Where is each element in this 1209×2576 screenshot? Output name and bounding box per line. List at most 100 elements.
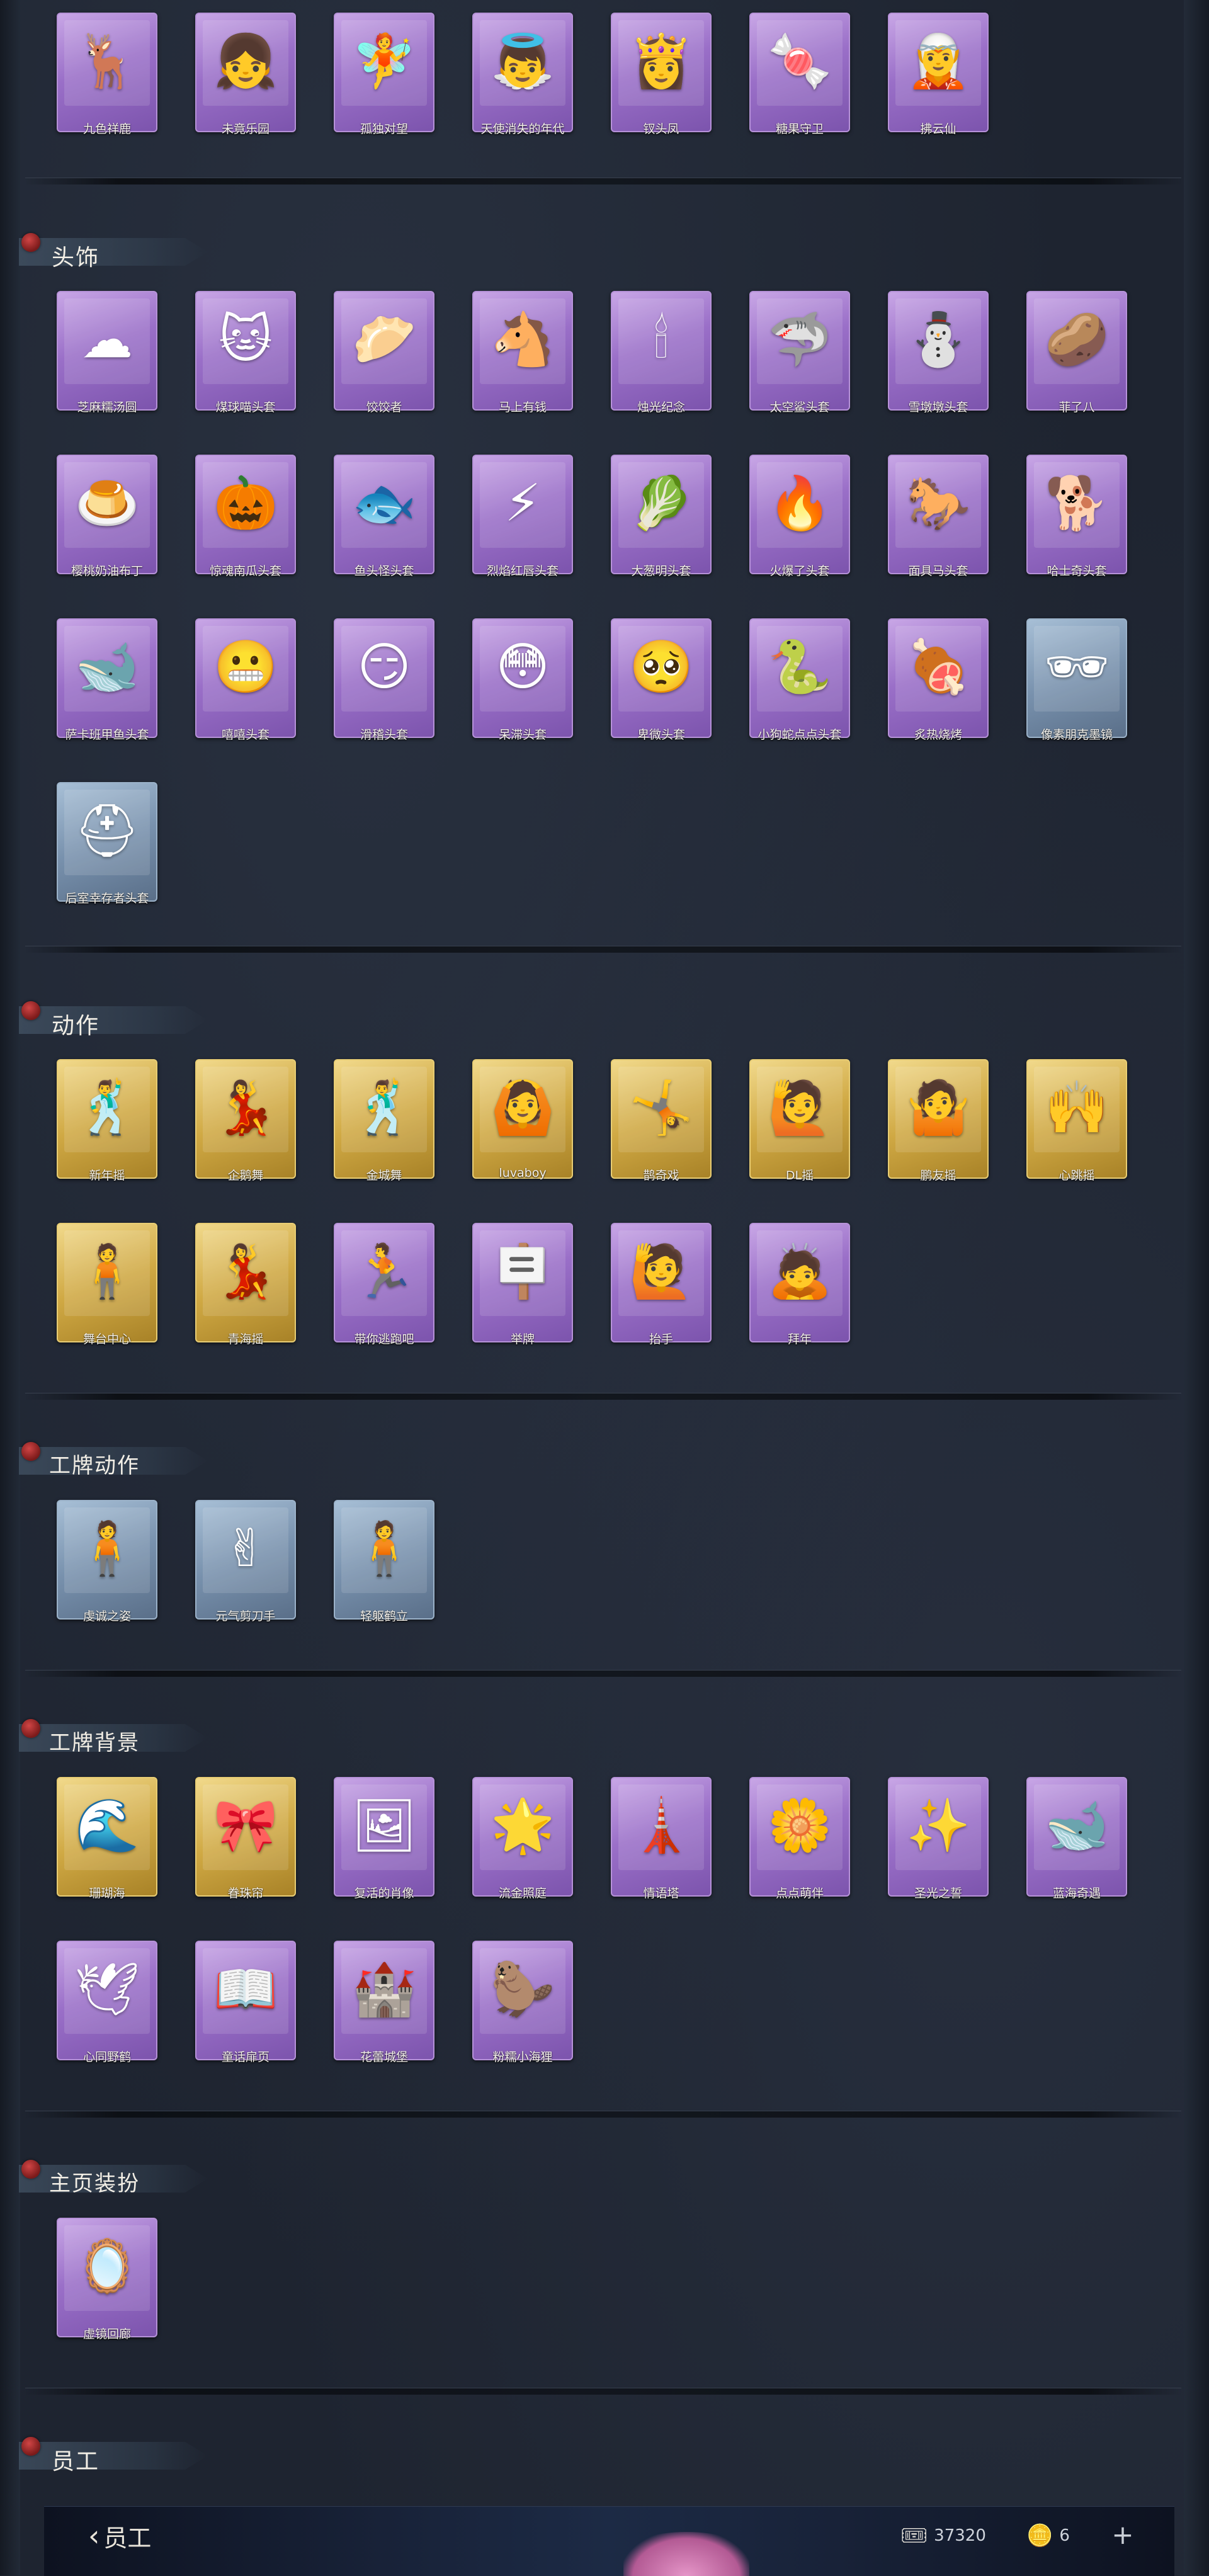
inventory-item[interactable]: 🧚 孤独对望	[334, 13, 434, 139]
inventory-item[interactable]: 🐎 面具马头套	[888, 455, 989, 581]
inventory-item[interactable]: 🥟 饺饺者	[334, 291, 434, 417]
add-currency-button[interactable]: +	[1108, 2521, 1137, 2550]
item-label: 虔诚之姿	[82, 1609, 131, 1623]
item-card: 🍬 糖果守卫	[749, 13, 850, 136]
inventory-item[interactable]: 🐴 马上有钱	[472, 291, 573, 417]
inventory-item[interactable]: 🐱 煤球喵头套	[195, 291, 296, 417]
inventory-item[interactable]: 🏃 带你逃跑吧	[334, 1223, 434, 1349]
inventory-item[interactable]: 🏰 花蕾城堡	[334, 1941, 434, 2067]
inventory-item[interactable]: 🖼 复活的肖像	[334, 1777, 434, 1903]
currency-gold: 🪙 6	[1026, 2521, 1070, 2551]
inventory-item[interactable]: 🗼 情语塔	[611, 1777, 712, 1903]
item-label: 青海摇	[227, 1332, 264, 1346]
inventory-item[interactable]: 🌊 珊瑚海	[57, 1777, 157, 1903]
item-card: 🍖 炙热烧烤	[888, 618, 989, 742]
inventory-item[interactable]: 🦈 太空鲨头套	[749, 291, 850, 417]
pin-icon	[21, 1001, 40, 1020]
back-button[interactable]: ‹ 员工	[88, 2517, 151, 2555]
inventory-item[interactable]: 🧍 轻躯鹤立	[334, 1500, 434, 1626]
inventory-item[interactable]: 🤷 鹏友摇	[888, 1059, 989, 1185]
inventory-item[interactable]: 👼 天使消失的年代	[472, 13, 573, 139]
inventory-item[interactable]: 🌟 流金照庭	[472, 1777, 573, 1903]
inventory-item[interactable]: 🙋 抬手	[611, 1223, 712, 1349]
inventory-item[interactable]: 👸 钗头凤	[611, 13, 712, 139]
inventory-item[interactable]: 🙌 心跳摇	[1026, 1059, 1127, 1185]
item-label: 点点萌伴	[775, 1887, 824, 1900]
inventory-item[interactable]: 💃 企鹅舞	[195, 1059, 296, 1185]
inventory-item[interactable]: 🥺 卑微头套	[611, 618, 712, 744]
card-bg-icon: 🖼	[351, 1796, 417, 1856]
inventory-item[interactable]: 🕊 心同野鹤	[57, 1941, 157, 2067]
inventory-item[interactable]: 😳 呆滞头套	[472, 618, 573, 744]
angel-icon: 👼	[490, 31, 555, 91]
inventory-item[interactable]: 🧝 拂云仙	[888, 13, 989, 139]
inventory-item[interactable]: 🪞 虚镜回廊	[57, 2218, 157, 2344]
inventory-item[interactable]: 🧍 舞台中心	[57, 1223, 157, 1349]
inventory-item[interactable]: ✨ 圣光之誓	[888, 1777, 989, 1903]
item-card: 🐋 蓝海奇遇	[1026, 1777, 1127, 1900]
ticket-icon: 🎟	[900, 2523, 928, 2548]
inventory-item[interactable]: 🎃 惊魂南瓜头套	[195, 455, 296, 581]
inventory-item[interactable]: 👧 未竟乐园	[195, 13, 296, 139]
card-bg-icon: 🦫	[490, 1960, 555, 2019]
inventory-item[interactable]: 🕺 金城舞	[334, 1059, 434, 1185]
inventory-item[interactable]: 🐟 鱼头怪头套	[334, 455, 434, 581]
item-label: 鱼头怪头套	[354, 564, 414, 578]
item-label: 大葱明头套	[631, 564, 691, 578]
inventory-item[interactable]: 🧍 虔诚之姿	[57, 1500, 157, 1626]
inventory-item[interactable]: 😏 滑稽头套	[334, 618, 434, 744]
item-card: 🤸 鹊奇戏	[611, 1059, 712, 1183]
inventory-item[interactable]: 🍮 樱桃奶油布丁	[57, 455, 157, 581]
inventory-item[interactable]: 🐋 萨卡班甲鱼头套	[57, 618, 157, 744]
inventory-item[interactable]: 🕯 烛光纪念	[611, 291, 712, 417]
inventory-item[interactable]: 🐋 蓝海奇遇	[1026, 1777, 1127, 1903]
cloud-fairy-icon: 🧝	[905, 31, 971, 91]
inventory-item[interactable]: 🥔 菲了八	[1026, 291, 1127, 417]
inventory-item[interactable]: ☁ 芝麻糯汤圆	[57, 291, 157, 417]
inventory-item[interactable]: 🎀 眷珠帘	[195, 1777, 296, 1903]
candle-icon: 🕯	[654, 310, 669, 370]
section-title: 动作	[52, 1013, 100, 1039]
inventory-item[interactable]: ✌ 元气剪刀手	[195, 1500, 296, 1626]
jiaozi-icon: 🥟	[351, 310, 417, 370]
sunglasses-icon: 🕶	[1043, 637, 1110, 697]
inventory-item[interactable]: 📖 童话扉页	[195, 1941, 296, 2067]
inventory-item[interactable]: 🌼 点点萌伴	[749, 1777, 850, 1903]
inventory-item[interactable]: 😬 嘻嘻头套	[195, 618, 296, 744]
card-bg-icon: 🕊	[74, 1960, 140, 2019]
inventory-item[interactable]: ⛄ 雪墩墩头套	[888, 291, 989, 417]
inventory-item[interactable]: 💃 青海摇	[195, 1223, 296, 1349]
inventory-item[interactable]: 🙇 拜年	[749, 1223, 850, 1349]
inventory-item[interactable]: 🐕 哈士奇头套	[1026, 455, 1127, 581]
inventory-item[interactable]: 🙆 luvaboy	[472, 1059, 573, 1185]
item-label: 孤独对望	[360, 122, 408, 136]
item-label: 眷珠帘	[227, 1887, 264, 1900]
item-card: 🧍 虔诚之姿	[57, 1500, 157, 1623]
inventory-item[interactable]: 🍖 炙热烧烤	[888, 618, 989, 744]
inventory-item[interactable]: 🪧 举牌	[472, 1223, 573, 1349]
bbq-icon: 🍖	[905, 637, 971, 697]
item-label: 轻躯鹤立	[360, 1609, 408, 1623]
inventory-item[interactable]: 🦫 粉糯小海狸	[472, 1941, 573, 2067]
doll-icon: 👧	[213, 31, 278, 91]
candy-icon: 🍬	[767, 31, 832, 91]
inventory-item[interactable]: 🥬 大葱明头套	[611, 455, 712, 581]
card-bg-icon: ✨	[905, 1796, 971, 1856]
inventory-item[interactable]: 🦌 九色祥鹿	[57, 13, 157, 139]
item-card: 🕺 新年摇	[57, 1059, 157, 1183]
item-card: 🕶 像素朋克墨镜	[1026, 618, 1127, 742]
inventory-item[interactable]: 🔥 火爆了头套	[749, 455, 850, 581]
inventory-item[interactable]: 🐍 小狗蛇点点头套	[749, 618, 850, 744]
inventory-item[interactable]: 🍬 糖果守卫	[749, 13, 850, 139]
inventory-item[interactable]: 🕺 新年摇	[57, 1059, 157, 1185]
inventory-item[interactable]: ⚡ 烈焰红唇头套	[472, 455, 573, 581]
item-card: 🌼 点点萌伴	[749, 1777, 850, 1900]
inventory-item[interactable]: 🤸 鹊奇戏	[611, 1059, 712, 1185]
inventory-item[interactable]: 🕶 像素朋克墨镜	[1026, 618, 1127, 744]
inventory-item[interactable]: ⛑ 后室幸存者头套	[57, 782, 157, 908]
item-card: 🔥 火爆了头套	[749, 455, 850, 578]
item-card: 👼 天使消失的年代	[472, 13, 573, 136]
inventory-item[interactable]: 🙋 DL摇	[749, 1059, 850, 1185]
dumpling-icon: ☁	[81, 310, 133, 370]
item-label: 童话扉页	[221, 2050, 270, 2064]
